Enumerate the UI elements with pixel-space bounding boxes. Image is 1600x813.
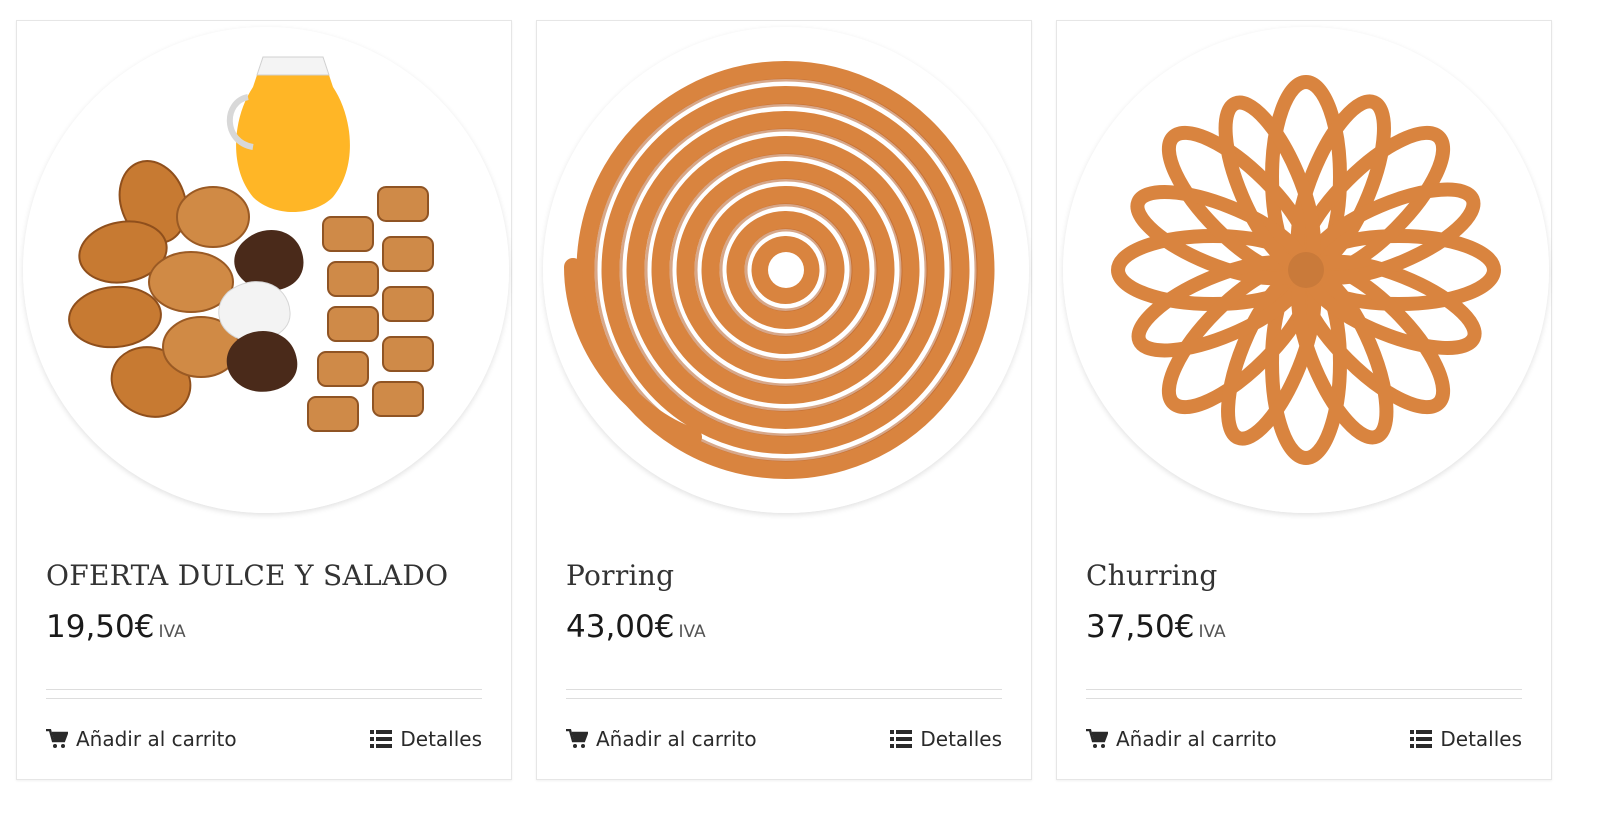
product-card: OFERTA DULCE Y SALADO 19,50€ IVA Añadir a… (16, 20, 512, 780)
price-row: 19,50€ IVA (46, 609, 186, 645)
product-price: 43,00€ (566, 609, 675, 645)
add-to-cart-button[interactable]: Añadir al carrito (1086, 727, 1277, 751)
product-image[interactable] (543, 27, 1029, 513)
product-card: Porring 43,00€ IVA Añadir al carrito Deta… (536, 20, 1032, 780)
add-to-cart-button[interactable]: Añadir al carrito (46, 727, 237, 751)
tax-label: IVA (678, 622, 706, 642)
cart-icon (566, 729, 588, 749)
product-price: 19,50€ (46, 609, 155, 645)
churro-flower-illustration (1111, 75, 1501, 465)
details-button[interactable]: Detalles (890, 727, 1002, 751)
add-to-cart-label: Añadir al carrito (1116, 727, 1277, 751)
product-image[interactable] (23, 27, 509, 513)
price-row: 37,50€ IVA (1086, 609, 1226, 645)
product-price: 37,50€ (1086, 609, 1195, 645)
cart-icon (46, 729, 68, 749)
divider (1086, 689, 1522, 690)
product-image[interactable] (1063, 27, 1549, 513)
product-card: Churring 37,50€ IVA Añadir al carrito Det… (1056, 20, 1552, 780)
details-button[interactable]: Detalles (370, 727, 482, 751)
list-icon (890, 729, 913, 749)
product-title[interactable]: Porring (566, 559, 674, 592)
list-icon (1410, 729, 1433, 749)
details-button[interactable]: Detalles (1410, 727, 1522, 751)
divider (566, 698, 1002, 699)
product-title[interactable]: OFERTA DULCE Y SALADO (46, 559, 448, 592)
product-grid: OFERTA DULCE Y SALADO 19,50€ IVA Añadir a… (16, 20, 1584, 782)
add-to-cart-label: Añadir al carrito (76, 727, 237, 751)
spiral-churro-illustration (564, 61, 995, 479)
add-to-cart-label: Añadir al carrito (596, 727, 757, 751)
product-title[interactable]: Churring (1086, 559, 1218, 592)
divider (1086, 698, 1522, 699)
divider (46, 689, 482, 690)
price-row: 43,00€ IVA (566, 609, 706, 645)
tax-label: IVA (1198, 622, 1226, 642)
divider (46, 698, 482, 699)
cart-icon (1086, 729, 1108, 749)
details-label: Detalles (1440, 727, 1522, 751)
add-to-cart-button[interactable]: Añadir al carrito (566, 727, 757, 751)
details-label: Detalles (400, 727, 482, 751)
pastry-assortment-illustration (68, 56, 434, 432)
list-icon (370, 729, 393, 749)
tax-label: IVA (158, 622, 186, 642)
divider (566, 689, 1002, 690)
details-label: Detalles (920, 727, 1002, 751)
